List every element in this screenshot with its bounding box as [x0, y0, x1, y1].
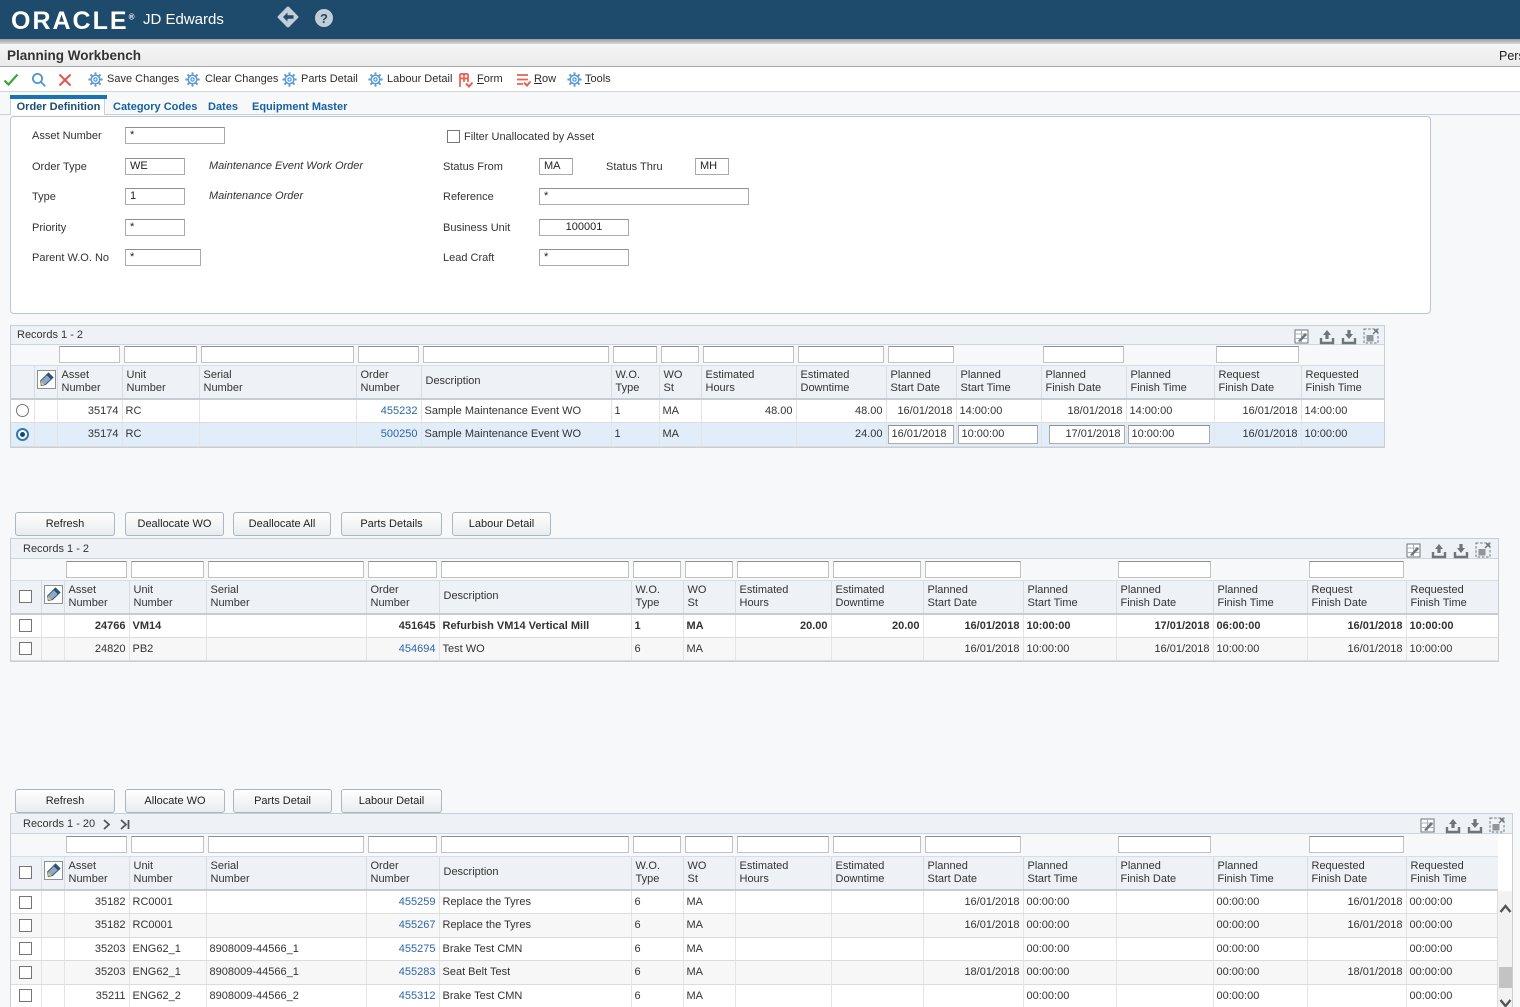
svg-text:?: ?	[320, 11, 328, 26]
